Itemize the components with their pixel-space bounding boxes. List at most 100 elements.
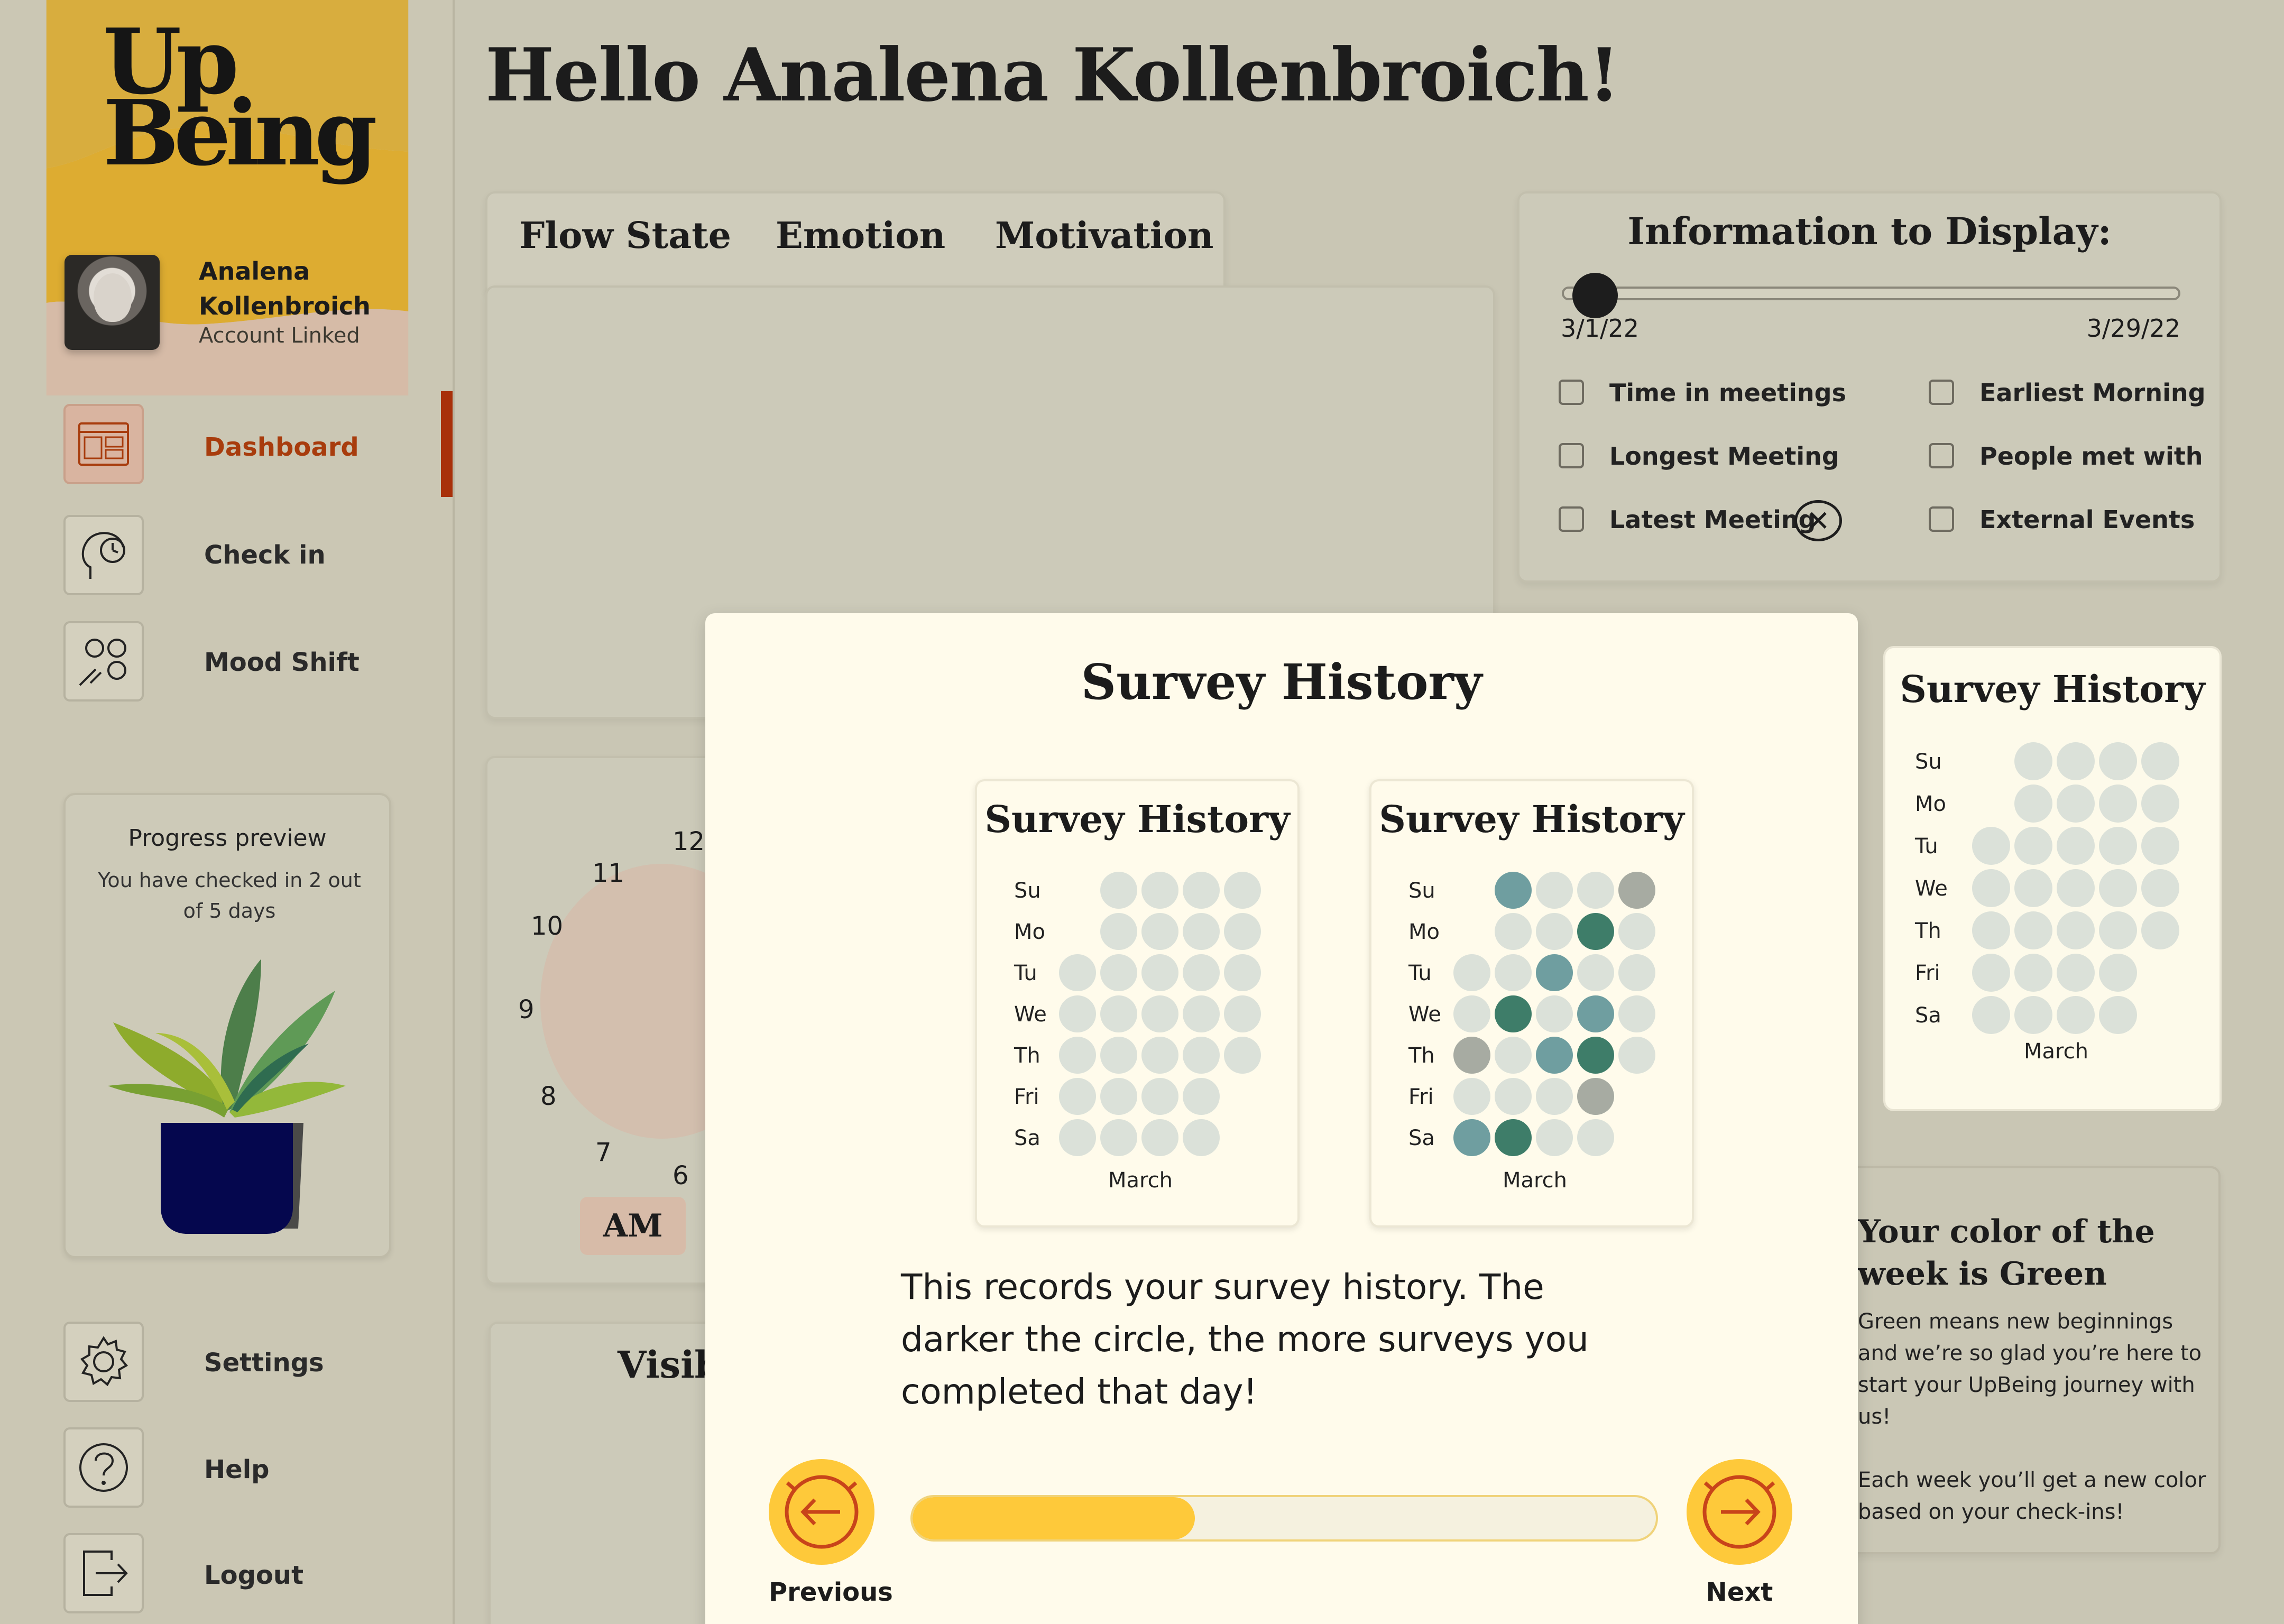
day-dot[interactable] [2057,869,2095,907]
day-dot[interactable] [1577,913,1614,950]
day-dot[interactable] [1453,954,1490,991]
previous-button[interactable] [769,1459,874,1565]
day-dot[interactable] [2057,954,2095,992]
day-dot[interactable] [2057,911,2095,949]
day-dot[interactable] [1577,1037,1614,1074]
day-dot[interactable] [1577,995,1614,1032]
day-dot[interactable] [1453,995,1490,1032]
day-dot[interactable] [1618,913,1655,950]
day-dot[interactable] [1453,1078,1490,1115]
day-dot[interactable] [1141,995,1178,1032]
date-range-slider-thumb[interactable] [1572,273,1618,318]
day-dot[interactable] [1100,913,1137,950]
day-dot[interactable] [1224,995,1261,1032]
day-dot[interactable] [2099,954,2137,992]
day-dot[interactable] [1618,954,1655,991]
day-dot[interactable] [1972,911,2010,949]
day-dot[interactable] [1183,995,1220,1032]
close-icon[interactable]: ✕ [1794,500,1842,541]
day-dot[interactable] [1141,1037,1178,1074]
day-dot[interactable] [1100,1078,1137,1115]
day-dot[interactable] [1100,995,1137,1032]
day-dot[interactable] [1059,1078,1096,1115]
day-dot[interactable] [1100,1119,1137,1156]
day-dot[interactable] [1100,872,1137,909]
app-logo[interactable]: Up Being [103,17,377,178]
day-dot[interactable] [1183,954,1220,991]
day-dot[interactable] [1224,872,1261,909]
day-dot[interactable] [2141,827,2179,865]
day-dot[interactable] [1100,954,1137,991]
checkbox[interactable] [1559,443,1584,468]
day-dot[interactable] [1495,1078,1532,1115]
day-dot[interactable] [2099,785,2137,823]
day-dot[interactable] [1577,1119,1614,1156]
day-dot[interactable] [1183,1078,1220,1115]
day-dot[interactable] [2057,785,2095,823]
day-dot[interactable] [1972,827,2010,865]
sidebar-item-help[interactable]: Help [0,1427,453,1517]
day-dot[interactable] [1059,954,1096,991]
day-dot[interactable] [2099,869,2137,907]
day-dot[interactable] [1495,954,1532,991]
day-dot[interactable] [1141,954,1178,991]
day-dot[interactable] [2014,827,2052,865]
day-dot[interactable] [1100,1037,1137,1074]
day-dot[interactable] [2014,996,2052,1034]
day-dot[interactable] [1183,913,1220,950]
day-dot[interactable] [1141,1078,1178,1115]
day-dot[interactable] [2014,954,2052,992]
day-dot[interactable] [2014,785,2052,823]
day-dot[interactable] [1618,995,1655,1032]
day-dot[interactable] [2057,827,2095,865]
sidebar-item-settings[interactable]: Settings [0,1322,453,1411]
sidebar-item-logout[interactable]: Logout [0,1533,453,1623]
day-dot[interactable] [1183,1119,1220,1156]
day-dot[interactable] [1224,954,1261,991]
day-dot[interactable] [1536,995,1573,1032]
checkbox[interactable] [1929,380,1954,405]
day-dot[interactable] [1183,1037,1220,1074]
tab-motivation[interactable]: Motivation [995,215,1213,257]
date-range-slider-track[interactable] [1562,287,2180,300]
day-dot[interactable] [1536,913,1573,950]
day-dot[interactable] [1453,1119,1490,1156]
sidebar-item-check-in[interactable]: Check in [0,508,453,597]
day-dot[interactable] [1577,954,1614,991]
day-dot[interactable] [1972,996,2010,1034]
checkbox[interactable] [1559,380,1584,405]
tab-emotion[interactable]: Emotion [776,215,945,257]
day-dot[interactable] [1618,872,1655,909]
checkbox[interactable] [1929,506,1954,532]
day-dot[interactable] [1059,1119,1096,1156]
day-dot[interactable] [2141,911,2179,949]
tab-flow-state[interactable]: Flow State [519,215,731,257]
day-dot[interactable] [2014,911,2052,949]
next-button[interactable] [1687,1459,1792,1565]
day-dot[interactable] [1495,872,1532,909]
sidebar-item-mood-shift[interactable]: Mood Shift [0,616,453,706]
day-dot[interactable] [1536,1119,1573,1156]
day-dot[interactable] [1059,995,1096,1032]
day-dot[interactable] [1183,872,1220,909]
day-dot[interactable] [1972,954,2010,992]
day-dot[interactable] [1453,1037,1490,1074]
day-dot[interactable] [1577,1078,1614,1115]
day-dot[interactable] [1495,1037,1532,1074]
day-dot[interactable] [1972,869,2010,907]
sidebar-item-dashboard[interactable]: Dashboard [0,391,453,497]
day-dot[interactable] [1536,954,1573,991]
day-dot[interactable] [2014,869,2052,907]
day-dot[interactable] [2099,911,2137,949]
day-dot[interactable] [1224,913,1261,950]
day-dot[interactable] [2099,996,2137,1034]
day-dot[interactable] [1495,995,1532,1032]
day-dot[interactable] [2141,785,2179,823]
day-dot[interactable] [1536,1078,1573,1115]
day-dot[interactable] [2057,742,2095,780]
day-dot[interactable] [2099,827,2137,865]
day-dot[interactable] [2014,742,2052,780]
day-dot[interactable] [2057,996,2095,1034]
checkbox[interactable] [1929,443,1954,468]
day-dot[interactable] [1224,1037,1261,1074]
